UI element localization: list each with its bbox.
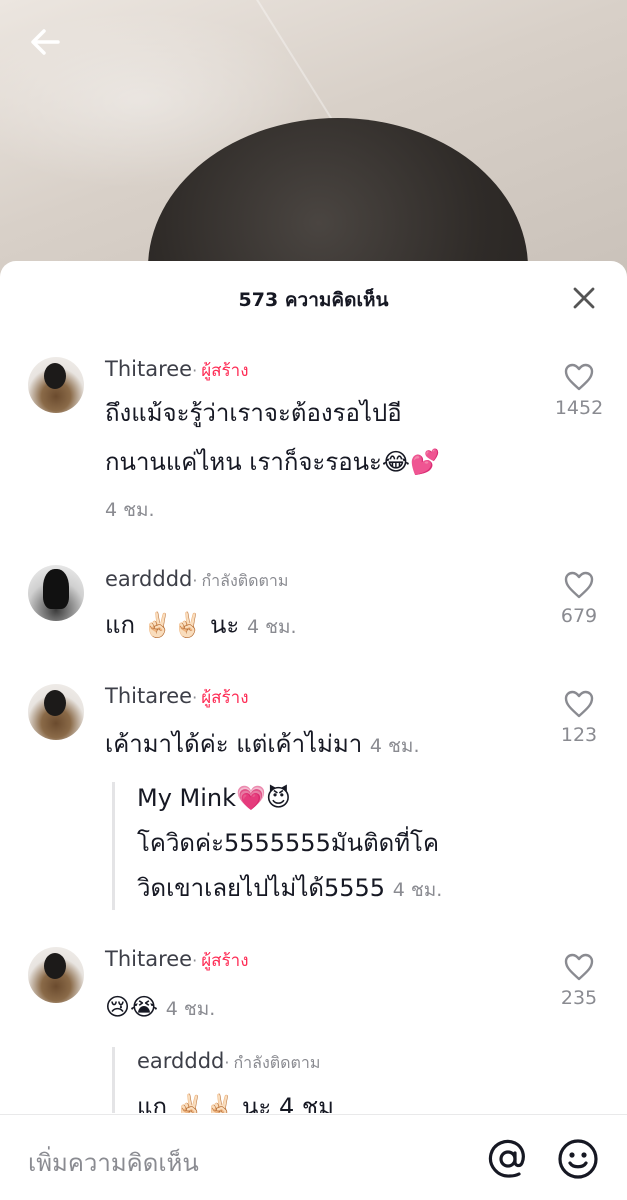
comment-time: 4 ชม. [165, 998, 216, 1020]
heart-outline-icon [564, 571, 594, 599]
quoted-reply-author[interactable]: My Mink💗😈 [137, 776, 442, 821]
quote-bar [112, 782, 115, 910]
comment-text: 😢😭 4 ชม. [105, 983, 215, 1034]
heart-outline-icon [564, 690, 594, 718]
separator-dot: · [192, 571, 198, 590]
quoted-reply-time: 4 ชม. [392, 879, 443, 901]
username[interactable]: eardddd [105, 567, 192, 591]
comment-author-row: eardddd · กำลังติดตาม [105, 567, 288, 594]
comment-author-row: Thitaree · ผู้สร้าง [105, 947, 249, 974]
username[interactable]: Thitaree [105, 684, 192, 708]
quoted-reply-line: โควิดค่ะ5555555มันติดที่โค [137, 829, 440, 857]
quoted-reply: My Mink💗😈 โควิดค่ะ5555555มันติดที่โค วิด… [137, 776, 442, 913]
emoji-button[interactable] [556, 1137, 600, 1181]
creator-badge: ผู้สร้าง [201, 688, 249, 708]
quoted-reply-last-line: วิดเขาเลยไปไม่ได้5555 4 ชม. [137, 866, 442, 913]
like-count: 123 [560, 724, 598, 746]
comment-text-body: เค้ามาได้ค่ะ แต่เค้าไม่มา [105, 730, 363, 758]
quoted-reply-line: วิดเขาเลยไปไม่ได้5555 [137, 874, 386, 902]
comment-count-title: 573 ความคิดเห็น [238, 289, 389, 311]
comment-item: eardddd · กำลังติดตาม แก ✌🏻✌🏻 นะ 4 ชม. 6… [0, 563, 627, 663]
like-count: 1452 [554, 397, 604, 419]
avatar[interactable] [28, 565, 84, 621]
like-button[interactable]: 1452 [549, 363, 609, 419]
comment-text-body: แก ✌🏻✌🏻 นะ [105, 611, 240, 639]
avatar[interactable] [28, 357, 84, 413]
comment-text: ถึงแม้จะรู้ว่าเราจะต้องรอไปอี กนานแค่ไหน… [105, 389, 525, 487]
close-button[interactable] [569, 283, 599, 313]
comment-text-line: กนานแค่ไหน เราก็จะรอนะ😂💕 [105, 448, 440, 476]
like-button[interactable]: 679 [549, 571, 609, 627]
back-button[interactable] [26, 22, 66, 62]
comment-time: 4 ชม. [105, 499, 155, 521]
comment-item: Thitaree · ผู้สร้าง 😢😭 4 ชม. 235 eardddd… [0, 945, 627, 1113]
like-button[interactable]: 123 [549, 690, 609, 746]
comment-time: 4 ชม. [246, 616, 297, 638]
like-count: 679 [560, 605, 598, 627]
comment-author-row: Thitaree · ผู้สร้าง [105, 357, 249, 384]
comment-input-bar: เพิ่มความคิดเห็น [0, 1115, 627, 1200]
separator-dot: · [192, 951, 198, 970]
creator-badge: ผู้สร้าง [201, 951, 249, 971]
comment-text: แก ✌🏻✌🏻 นะ 4 ชม. [105, 601, 297, 652]
creator-badge: ผู้สร้าง [201, 361, 249, 381]
at-sign-icon [488, 1139, 525, 1178]
quoted-reply-text: แก ✌🏻✌🏻 นะ 4 ชม [137, 1093, 334, 1113]
separator-dot: · [224, 1053, 230, 1072]
like-button[interactable]: 235 [549, 953, 609, 1009]
close-icon [573, 287, 595, 309]
smiley-icon [558, 1139, 598, 1179]
comment-text: เค้ามาได้ค่ะ แต่เค้าไม่มา 4 ชม. [105, 720, 419, 771]
comment-time: 4 ชม. [369, 735, 420, 757]
comment-item: Thitaree · ผู้สร้าง ถึงแม้จะรู้ว่าเราจะต… [0, 355, 627, 535]
following-badge: กำลังติดตาม [201, 571, 289, 590]
username[interactable]: eardddd [137, 1049, 224, 1073]
comment-author-row: Thitaree · ผู้สร้าง [105, 684, 249, 711]
comment-input[interactable]: เพิ่มความคิดเห็น [28, 1143, 199, 1182]
quoted-reply-author-row: eardddd · กำลังติดตาม [137, 1049, 320, 1076]
avatar[interactable] [28, 947, 84, 1003]
comment-text-line: ถึงแม้จะรู้ว่าเราจะต้องรอไปอี [105, 399, 402, 427]
quote-bar [112, 1047, 115, 1113]
separator-dot: · [192, 361, 198, 380]
comment-item: Thitaree · ผู้สร้าง เค้ามาได้ค่ะ แต่เค้า… [0, 682, 627, 912]
heart-outline-icon [564, 363, 594, 391]
avatar[interactable] [28, 684, 84, 740]
heart-outline-icon [564, 953, 594, 981]
following-badge: กำลังติดตาม [233, 1053, 321, 1072]
mention-button[interactable] [486, 1137, 530, 1181]
video-background [0, 0, 627, 290]
comment-text-body: 😢😭 [105, 993, 159, 1021]
username[interactable]: Thitaree [105, 357, 192, 381]
arrow-left-icon [31, 29, 60, 55]
like-count: 235 [560, 987, 598, 1009]
username[interactable]: Thitaree [105, 947, 192, 971]
comments-header: 573 ความคิดเห็น [0, 261, 627, 339]
separator-dot: · [192, 688, 198, 707]
